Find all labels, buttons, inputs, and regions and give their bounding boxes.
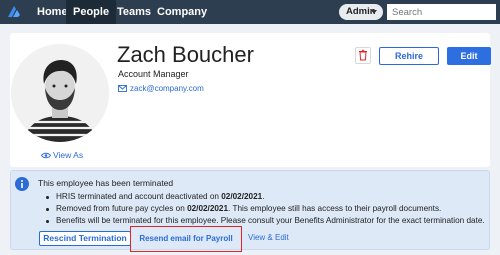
info-icon (15, 177, 29, 191)
eye-icon (40, 152, 52, 159)
chevron-down-icon (371, 10, 377, 14)
avatar-image (11, 44, 109, 142)
nav-company[interactable]: Company (150, 0, 214, 24)
rescind-termination-button[interactable]: Rescind Termination (39, 231, 131, 246)
email-link[interactable]: zack@company.com (118, 84, 204, 93)
logo-icon[interactable] (5, 3, 23, 21)
view-as-link[interactable]: View As (40, 150, 84, 160)
delete-button[interactable] (355, 47, 371, 64)
employee-name: Zach Boucher (117, 42, 254, 67)
envelope-icon (118, 85, 127, 92)
alert-title: This employee has been terminated (38, 178, 174, 188)
trash-icon (359, 49, 367, 61)
resend-payroll-email-link[interactable]: Resend email for Payroll access (130, 226, 242, 252)
search-input[interactable] (387, 4, 496, 20)
alert-bullet-list: HRIS terminated and account deactivated … (46, 191, 485, 227)
job-title: Account Manager (118, 69, 189, 79)
termination-alert: This employee has been terminated HRIS t… (10, 170, 490, 252)
email-label: zack@company.com (130, 84, 204, 93)
rehire-button[interactable]: Rehire (379, 47, 439, 65)
alert-bullet: Benefits will be terminated for this emp… (46, 215, 485, 227)
admin-dropdown[interactable]: Admin (339, 4, 383, 20)
edit-button[interactable]: Edit (447, 47, 491, 65)
avatar (11, 44, 109, 142)
profile-card: View As Zach Boucher Account Manager zac… (10, 33, 491, 167)
alert-bullet: Removed from future pay cycles on 02/02/… (46, 203, 485, 215)
nav-people[interactable]: People (66, 0, 117, 24)
alert-bullet: HRIS terminated and account deactivated … (46, 191, 485, 203)
view-edit-link[interactable]: View & Edit (248, 233, 289, 242)
top-nav: Home People Teams Company Admin (0, 0, 500, 24)
view-as-label: View As (53, 150, 84, 160)
